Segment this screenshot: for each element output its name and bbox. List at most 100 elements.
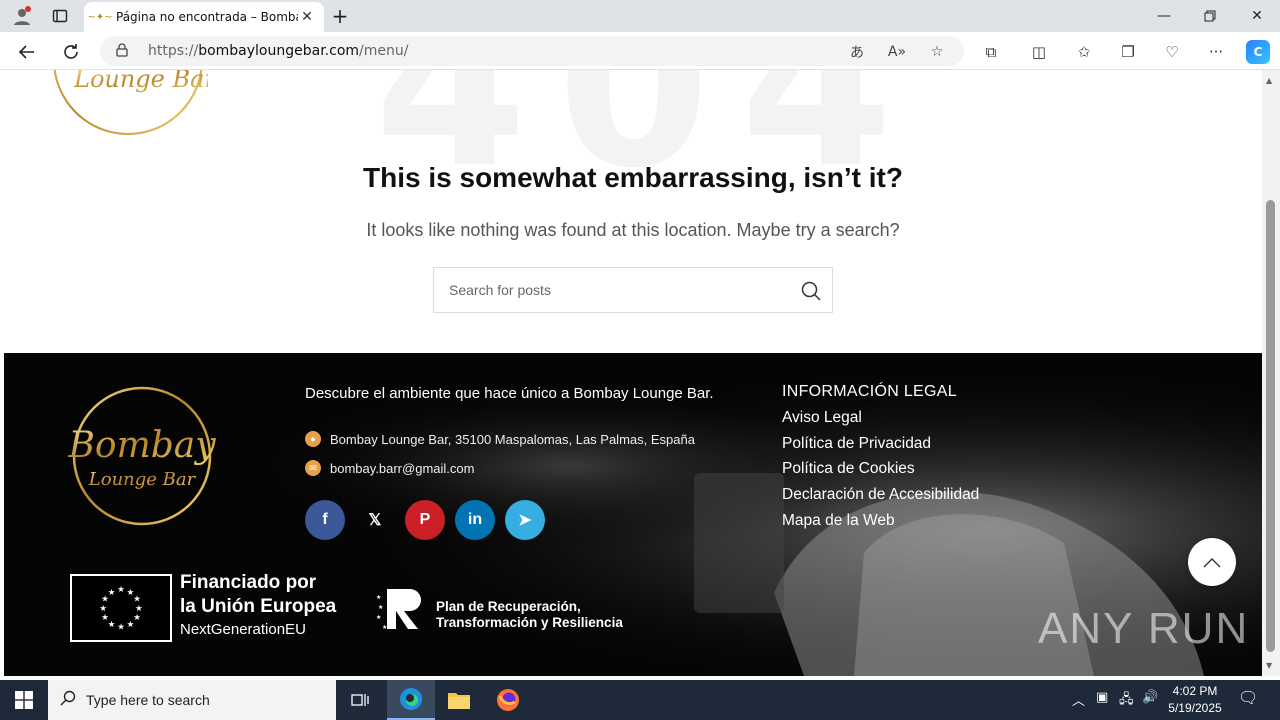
svg-text:★: ★ xyxy=(127,619,135,629)
back-icon[interactable] xyxy=(14,39,40,65)
minimize-icon[interactable]: — xyxy=(1141,0,1187,32)
scroll-up-icon[interactable]: ▲ xyxy=(1266,76,1272,85)
url-path: /menu/ xyxy=(359,43,409,59)
telegram-icon[interactable]: ➤ xyxy=(505,500,545,540)
footer-logo-word2: Lounge Bar xyxy=(88,469,197,490)
tab-actions-icon[interactable] xyxy=(48,4,72,28)
tray-chevron-icon[interactable]: ︿ xyxy=(1072,690,1085,709)
extensions-icon[interactable]: ⧉ xyxy=(979,40,1003,64)
taskbar-search-placeholder: Type here to search xyxy=(86,692,210,708)
address-bar[interactable]: https://bombayloungebar.com/menu/ あ A» ☆ xyxy=(100,36,964,66)
windows-logo-icon xyxy=(15,691,33,709)
close-window-icon[interactable]: ✕ xyxy=(1234,0,1280,32)
link-mapa-web[interactable]: Mapa de la Web xyxy=(782,508,979,534)
refresh-icon[interactable] xyxy=(58,39,84,65)
link-accesibilidad[interactable]: Declaración de Accesibilidad xyxy=(782,482,979,508)
search-input[interactable] xyxy=(434,268,784,312)
header-logo[interactable]: Lounge Bar xyxy=(48,70,208,135)
profile-icon[interactable] xyxy=(10,4,34,28)
link-aviso-legal[interactable]: Aviso Legal xyxy=(782,405,979,431)
legal-info: INFORMACIÓN LEGAL Aviso Legal Política d… xyxy=(782,383,979,534)
performance-icon[interactable]: ♡ xyxy=(1160,40,1184,64)
close-tab-icon[interactable]: ✕ xyxy=(298,9,316,25)
network-icon[interactable]: 🖧 xyxy=(1119,690,1134,712)
file-explorer-icon[interactable] xyxy=(435,680,483,720)
scroll-thumb[interactable] xyxy=(1266,200,1275,652)
svg-text:★: ★ xyxy=(376,594,381,601)
translate-icon[interactable]: あ xyxy=(846,42,868,62)
collections-icon[interactable]: ❐ xyxy=(1116,40,1140,64)
split-screen-icon[interactable]: ◫ xyxy=(1027,40,1051,64)
footer-address: ● Bombay Lounge Bar, 35100 Maspalomas, L… xyxy=(305,431,695,447)
volume-icon[interactable]: 🔊 xyxy=(1142,690,1158,705)
social-links: f 𝕏 P in ➤ xyxy=(305,500,545,540)
address-text: Bombay Lounge Bar, 35100 Maspalomas, Las… xyxy=(330,431,695,447)
page-subtitle: It looks like nothing was found at this … xyxy=(366,220,900,240)
svg-text:★: ★ xyxy=(108,587,116,597)
page-viewport: 404 Lounge Bar This is somewhat embarras… xyxy=(4,70,1262,676)
linkedin-icon[interactable]: in xyxy=(455,500,495,540)
svg-text:★: ★ xyxy=(117,584,125,594)
svg-text:★: ★ xyxy=(382,624,387,631)
firefox-icon[interactable] xyxy=(484,680,532,720)
more-menu-icon[interactable]: ··· xyxy=(1204,40,1228,64)
page-title: This is somewhat embarrassing, isn’t it? xyxy=(363,162,903,193)
back-to-top-button[interactable] xyxy=(1188,538,1236,586)
background-404: 404 xyxy=(374,70,924,216)
taskbar-clock[interactable]: 4:02 PM 5/19/2025 xyxy=(1160,683,1230,717)
restore-icon[interactable] xyxy=(1187,0,1233,32)
facebook-icon[interactable]: f xyxy=(305,500,345,540)
eu-line3: NextGenerationEU xyxy=(180,621,306,638)
favorite-star-icon[interactable]: ☆ xyxy=(926,42,948,62)
taskbar-search[interactable]: Type here to search xyxy=(48,680,336,720)
prtr-logo-icon: ★★★★ xyxy=(376,589,421,631)
read-aloud-icon[interactable]: A» xyxy=(886,42,908,62)
task-view-icon[interactable] xyxy=(336,680,384,720)
url-host: bombayloungebar.com xyxy=(198,43,360,59)
footer-email[interactable]: ✉ bombay.barr@gmail.com xyxy=(305,460,474,476)
url-scheme: https:// xyxy=(148,43,199,59)
email-text[interactable]: bombay.barr@gmail.com xyxy=(330,461,474,476)
lock-icon[interactable] xyxy=(116,42,136,60)
link-cookies[interactable]: Política de Cookies xyxy=(782,456,979,482)
svg-text:★: ★ xyxy=(376,614,381,621)
header-logo-text: Lounge Bar xyxy=(73,70,208,93)
new-tab-icon[interactable]: + xyxy=(328,4,352,28)
chevron-up-icon xyxy=(1203,558,1221,568)
edge-taskbar-icon[interactable] xyxy=(387,680,435,720)
clock-date: 5/19/2025 xyxy=(1168,701,1222,715)
footer-logo-word1: Bombay xyxy=(67,425,216,466)
notifications-icon[interactable]: 🗨 xyxy=(1238,688,1258,707)
svg-text:★: ★ xyxy=(108,619,116,629)
page-scrollbar[interactable]: ▲ ▼ xyxy=(1262,70,1280,676)
windows-taskbar: Type here to search ︿ ▣ 🖧 🔊 4:02 PM 5/19… xyxy=(0,680,1280,720)
eu-line1: Financiado por xyxy=(180,572,317,593)
copilot-icon[interactable]: C xyxy=(1246,40,1270,64)
footer-logo[interactable]: Bombay Lounge Bar xyxy=(64,385,220,527)
tab-active[interactable]: ~✦~ Página no encontrada – Bombay ✕ xyxy=(84,2,324,32)
start-button[interactable] xyxy=(0,680,48,720)
svg-text:★: ★ xyxy=(133,612,141,622)
location-pin-icon: ● xyxy=(305,431,321,447)
favorites-icon[interactable]: ✩ xyxy=(1072,40,1096,64)
svg-text:★: ★ xyxy=(378,604,383,611)
search-button[interactable] xyxy=(798,278,824,304)
clock-time: 4:02 PM xyxy=(1172,684,1218,698)
x-twitter-icon[interactable]: 𝕏 xyxy=(355,500,395,540)
eu-line2: la Unión Europea xyxy=(180,596,337,617)
browser-toolbar: https://bombayloungebar.com/menu/ あ A» ☆… xyxy=(0,32,1280,70)
link-privacidad[interactable]: Política de Privacidad xyxy=(782,431,979,457)
search-icon xyxy=(801,281,821,301)
svg-text:★: ★ xyxy=(99,603,107,613)
tray-device-icon[interactable]: ▣ xyxy=(1096,690,1108,705)
pinterest-icon[interactable]: P xyxy=(405,500,445,540)
svg-text:★: ★ xyxy=(101,612,109,622)
scroll-down-icon[interactable]: ▼ xyxy=(1266,661,1272,670)
footer-tagline: Descubre el ambiente que hace único a Bo… xyxy=(305,385,714,402)
prtr-line2: Transformación y Resiliencia xyxy=(436,615,623,630)
search-form xyxy=(433,267,833,313)
svg-text:★: ★ xyxy=(117,622,125,632)
email-icon: ✉ xyxy=(305,460,321,476)
watermark-text: ANY RUN xyxy=(1038,604,1250,653)
anyrun-watermark: ANY RUN xyxy=(1038,604,1249,654)
